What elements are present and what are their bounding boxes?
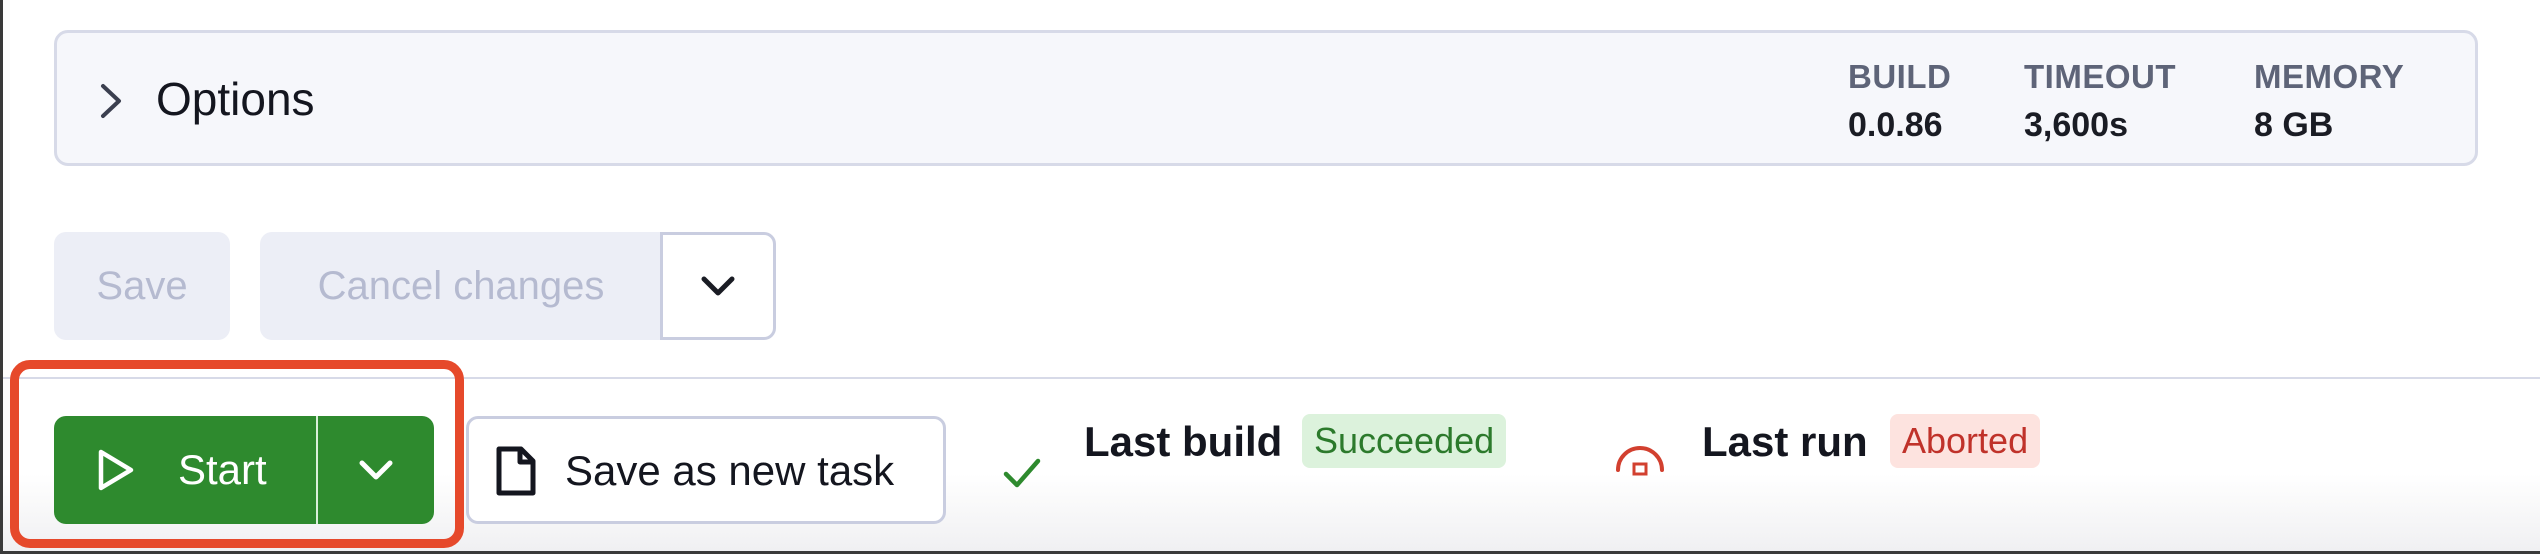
last-build-label: Last build xyxy=(1084,418,1283,465)
last-build-status-badge[interactable]: Succeeded xyxy=(1302,414,1507,468)
cancel-dropdown-button[interactable] xyxy=(660,232,776,340)
timeout-label: TIMEOUT xyxy=(2024,58,2176,95)
options-title[interactable]: Options xyxy=(156,72,315,126)
build-value: 0.0.86 xyxy=(1848,106,1943,144)
check-icon xyxy=(1003,458,1041,488)
build-label: BUILD xyxy=(1848,58,1952,95)
highlight-box xyxy=(10,360,464,548)
last-run-label: Last run xyxy=(1702,418,1868,465)
memory-value: 8 GB xyxy=(2254,106,2334,144)
cancel-changes-button[interactable]: Cancel changes xyxy=(260,232,662,340)
last-run-status-badge[interactable]: Aborted xyxy=(1890,414,2041,468)
chevron-down-icon xyxy=(701,276,735,296)
options-panel[interactable] xyxy=(54,30,2478,166)
memory-label: MEMORY xyxy=(2254,58,2405,95)
aborted-icon xyxy=(1616,446,1664,476)
file-icon xyxy=(496,446,536,496)
save-as-new-task-label: Save as new task xyxy=(565,447,895,494)
save-as-new-task-button[interactable]: Save as new task xyxy=(466,416,946,524)
chevron-right-icon[interactable] xyxy=(96,80,126,122)
save-button[interactable]: Save xyxy=(54,232,230,340)
timeout-value: 3,600s xyxy=(2024,106,2128,144)
